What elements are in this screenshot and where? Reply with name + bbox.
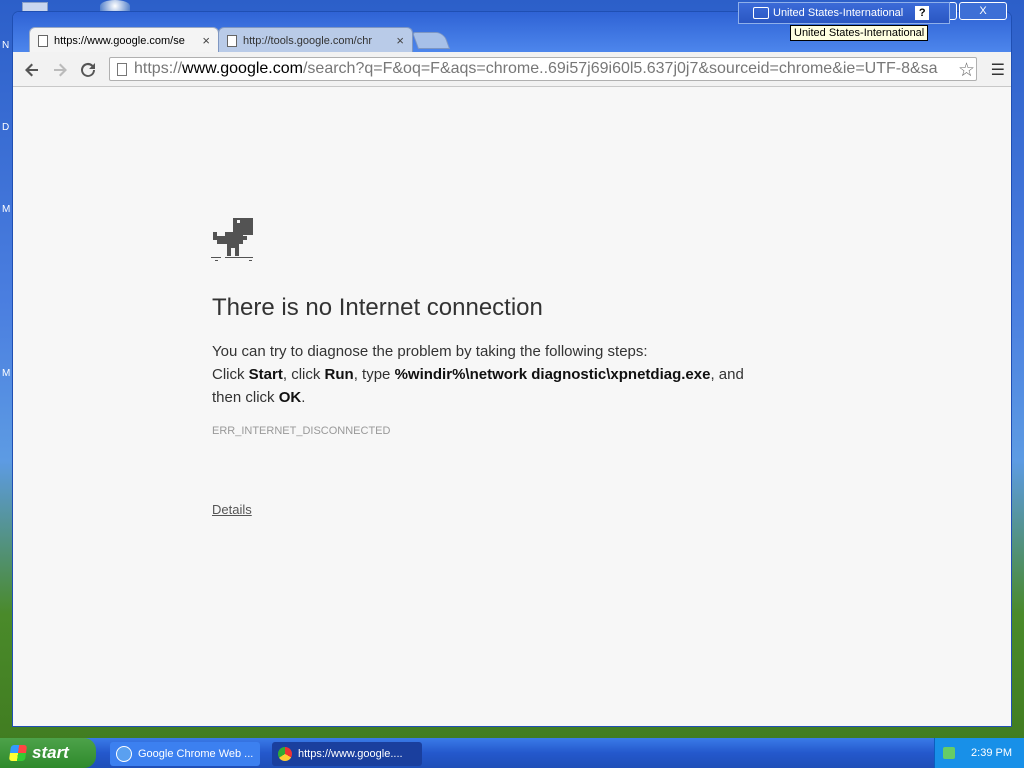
step-command: %windir%\network diagnostic\xpnetdiag.ex… [394,366,711,383]
step-text: , and [710,366,744,383]
page-icon [38,34,48,47]
menu-icon[interactable]: ☰ [991,60,1005,80]
browser-window: https://www.google.com/se × http://tools… [13,2,1011,726]
url-host: www.google.com [182,60,303,77]
taskbar-item-chrome-web[interactable]: Google Chrome Web ... [110,742,260,766]
address-bar[interactable]: https://www.google.com/search?q=F&oq=F&a… [109,57,977,81]
forward-button[interactable] [49,59,71,81]
help-icon[interactable]: ? [915,6,930,20]
step-text: , type [353,366,395,383]
back-button[interactable] [21,59,43,81]
start-label: start [32,743,69,762]
step-start: Start [248,366,283,383]
desktop-edge-letter: M [2,368,11,379]
step-run: Run [324,366,354,383]
new-tab-button[interactable] [411,32,451,49]
desktop-edge-letter: N [2,40,10,51]
desktop-edge-letter: M [2,204,11,215]
step-text: . [301,389,306,406]
taskbar: start Google Chrome Web ... https://www.… [0,738,1024,768]
url-scheme: https:// [134,60,183,77]
back-arrow-icon [25,63,38,77]
clock[interactable]: 2:39 PM [971,747,1012,759]
error-title: There is no Internet connection [212,294,543,321]
browser-toolbar: https://www.google.com/search?q=F&oq=F&a… [13,52,1011,87]
language-tooltip: United States-International [790,25,929,41]
language-bar[interactable]: United States-International ? [738,2,950,24]
tab-tools-google[interactable]: http://tools.google.com/chr × [218,27,413,53]
taskbar-item-google[interactable]: https://www.google.... [272,742,422,766]
ie-icon [116,746,132,762]
network-icon[interactable] [943,747,956,759]
step-text: , click [282,366,325,383]
tab-close-icon[interactable]: × [396,33,404,48]
url-path: /search?q=F&oq=F&aqs=chrome..69i57j69i60… [302,60,938,77]
windows-flag-icon [8,745,28,761]
chrome-icon [278,747,292,761]
page-icon [117,63,127,76]
start-button[interactable]: start [0,738,96,768]
error-description: You can try to diagnose the problem by t… [212,340,812,409]
error-steps-continued: then click OK. [212,386,812,409]
tab-google-search[interactable]: https://www.google.com/se × [29,27,219,53]
task-label: https://www.google.... [298,748,403,760]
step-text: Click [212,366,249,383]
step-text: then click [212,389,279,406]
tab-label: http://tools.google.com/chr [243,34,373,47]
reload-icon [81,62,95,77]
tab-label: https://www.google.com/se [54,34,185,47]
dinosaur-icon [211,218,253,261]
system-tray: 2:39 PM [934,738,1024,768]
page-icon [227,34,237,47]
close-window-button[interactable]: X [959,2,1007,20]
error-code: ERR_INTERNET_DISCONNECTED [212,425,391,437]
error-page: There is no Internet connection You can … [13,87,1011,726]
desktop-edge-letter: D [2,122,10,133]
error-intro: You can try to diagnose the problem by t… [212,343,648,360]
step-ok: OK [278,389,302,406]
reload-button[interactable] [77,59,99,81]
desktop-icon[interactable] [100,0,130,12]
details-link[interactable]: Details [212,502,252,517]
error-steps: Click Start, click Run, type %windir%\ne… [212,363,812,386]
tab-close-icon[interactable]: × [202,33,210,48]
keyboard-icon [753,7,769,19]
bookmark-star-icon[interactable]: ☆ [958,59,975,82]
language-label[interactable]: United States-International [773,7,903,19]
task-label: Google Chrome Web ... [138,748,254,760]
forward-arrow-icon [54,63,67,77]
